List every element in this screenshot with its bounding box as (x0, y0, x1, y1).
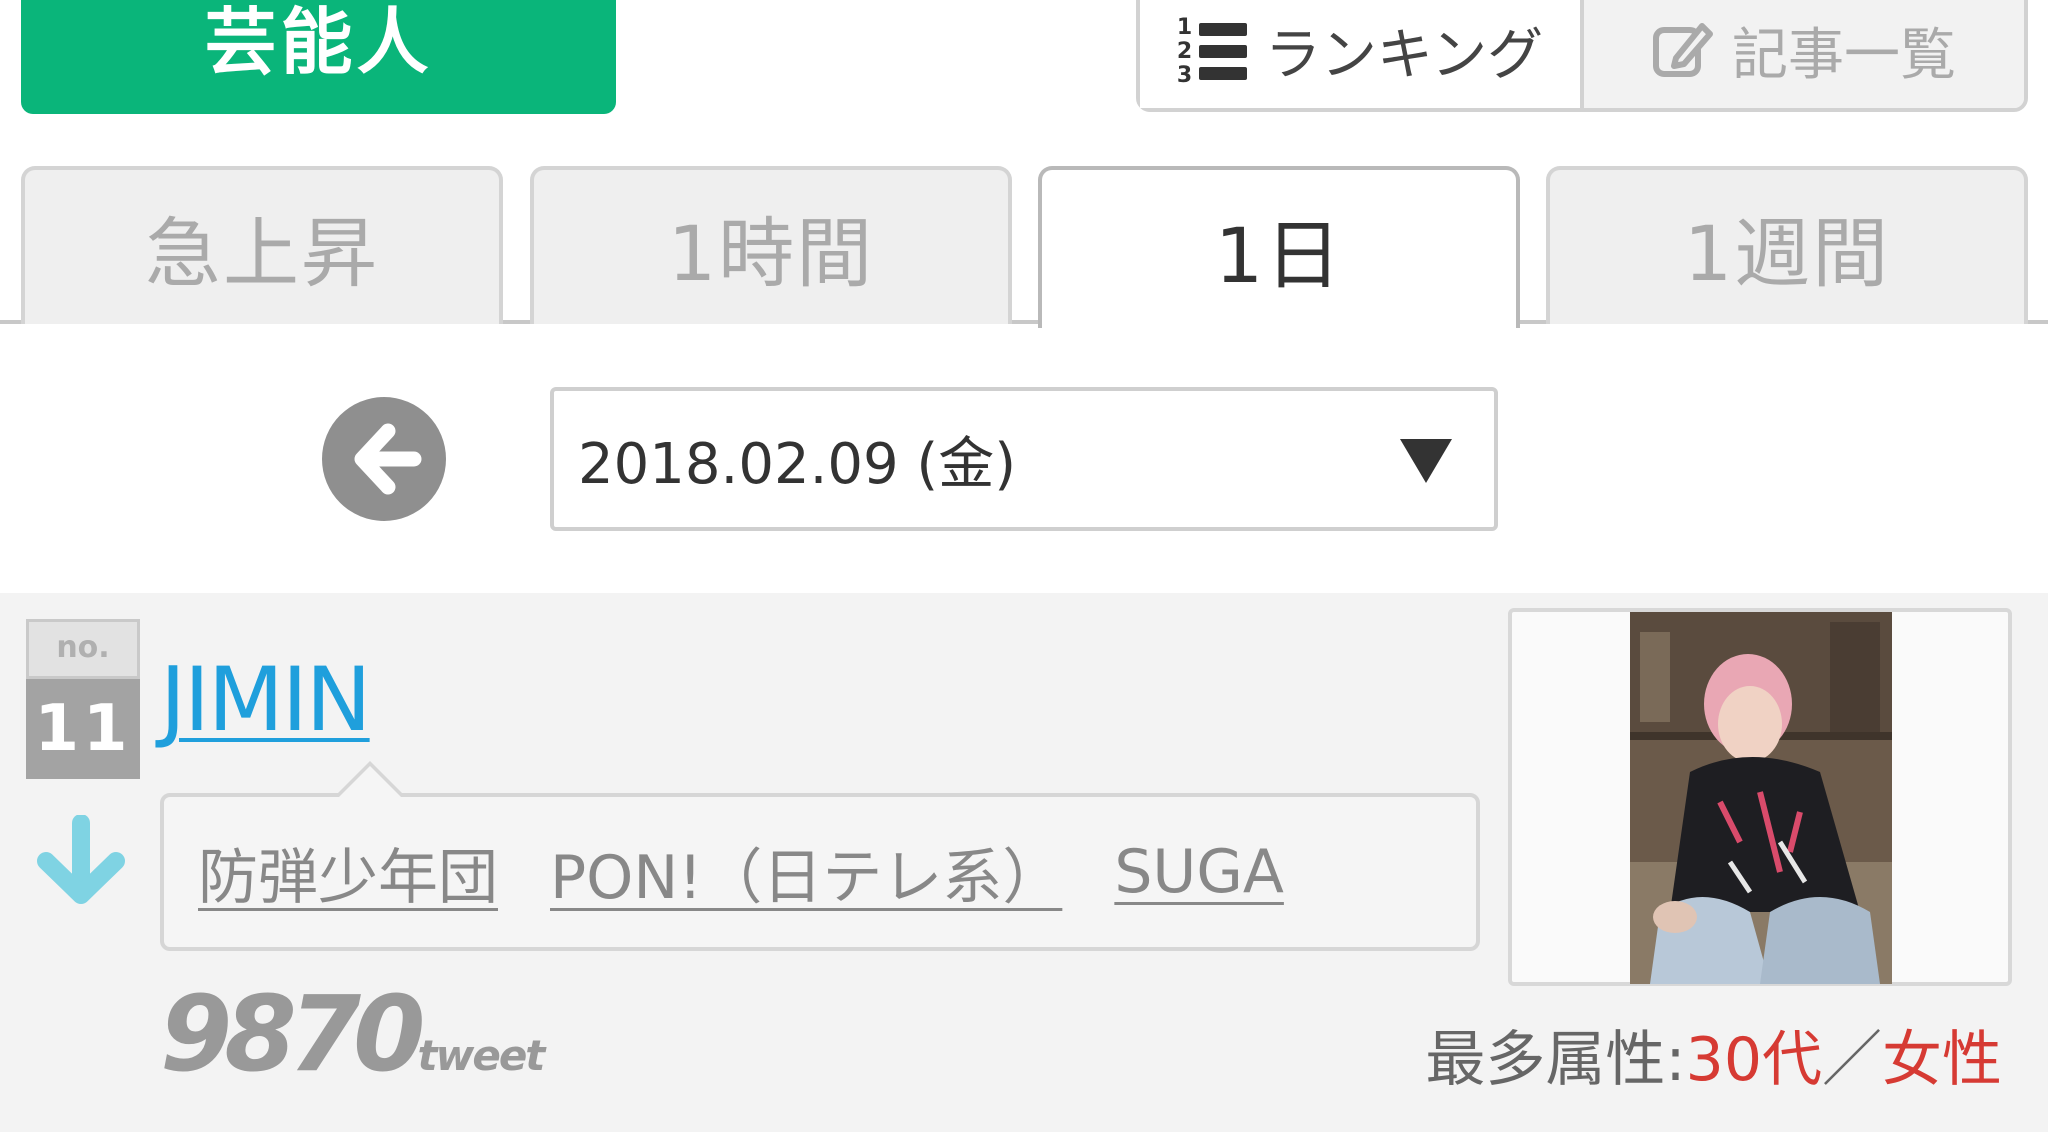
ranking-entry: no. 11 JIMIN 防弾少年団 PON!（日テレ系） SUGA 9870t… (0, 593, 2048, 1132)
tab-1week[interactable]: 1週間 (1546, 166, 2028, 324)
previous-date-button[interactable] (322, 397, 446, 521)
caret-down-icon (1400, 439, 1452, 483)
tab-rising[interactable]: 急上昇 (21, 166, 503, 324)
rank-icon-digit: 2 (1176, 39, 1193, 64)
tab-1week-label: 1週間 (1683, 209, 1891, 298)
related-tags: 防弾少年団 PON!（日テレ系） SUGA (160, 761, 1480, 951)
tab-articles[interactable]: 記事一覧 (1580, 0, 2024, 108)
tweet-count-number: 9870 (160, 973, 425, 1095)
tab-1hour[interactable]: 1時間 (530, 166, 1012, 324)
tab-1day-label: 1日 (1214, 211, 1344, 300)
tab-1day[interactable]: 1日 (1038, 166, 1520, 328)
attribute-age: 30代 (1685, 1025, 1822, 1095)
celebrity-name-link[interactable]: JIMIN (160, 648, 372, 751)
top-tabs: 1 2 3 ランキング 記事一覧 (1136, 0, 2028, 112)
celebrity-photo (1630, 612, 1892, 984)
rank-icon-digit: 1 (1176, 15, 1193, 40)
tab-ranking[interactable]: 1 2 3 ランキング (1140, 0, 1580, 108)
category-label: 芸能人 (204, 0, 433, 84)
rank-number: 11 (26, 679, 140, 779)
attribute-gender: 女性 (1882, 1025, 2002, 1095)
rank-badge: no. 11 (26, 619, 140, 779)
tab-articles-label: 記事一覧 (1732, 22, 1956, 88)
tab-rising-label: 急上昇 (145, 209, 379, 298)
tag-link[interactable]: 防弾少年団 (198, 829, 498, 916)
tag-link[interactable]: SUGA (1114, 837, 1284, 907)
selected-date: 2018.02.09 (金) (578, 431, 1017, 497)
category-button[interactable]: 芸能人 (21, 0, 616, 114)
date-select[interactable]: 2018.02.09 (金) (550, 387, 1498, 531)
rank-prefix: no. (26, 619, 140, 679)
attribute-label: 最多属性: (1425, 1025, 1686, 1095)
attribute-separator: ／ (1822, 1025, 1882, 1095)
celebrity-photo-frame[interactable] (1508, 608, 2012, 986)
tweet-count-unit: tweet (417, 1031, 545, 1080)
rank-icon-digit: 3 (1176, 63, 1193, 88)
tweet-count: 9870tweet (160, 973, 545, 1095)
tag-link[interactable]: PON!（日テレ系） (550, 829, 1062, 916)
edit-icon (1653, 23, 1713, 77)
tab-1hour-label: 1時間 (667, 209, 875, 298)
tab-ranking-label: ランキング (1264, 22, 1544, 88)
ranked-list-icon: 1 2 3 (1177, 13, 1247, 87)
arrow-left-circle-icon (354, 423, 422, 495)
trend-down-icon (37, 815, 125, 904)
top-attribute: 最多属性:30代／女性 (1425, 1011, 2002, 1098)
